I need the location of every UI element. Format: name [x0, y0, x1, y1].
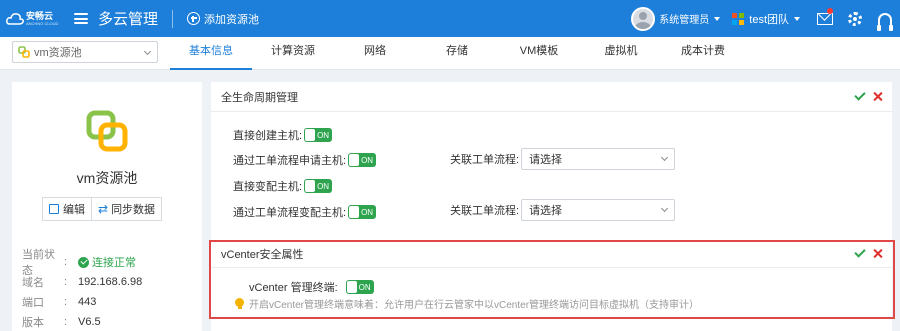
property-row: 域名 : 192.168.6.98 — [22, 272, 202, 292]
pool-select[interactable]: vm资源池 — [12, 41, 158, 63]
notification-dot — [827, 8, 833, 14]
logo-subtext: ANCHNG CLOUD — [26, 20, 59, 26]
property-key: 版本 — [22, 317, 44, 329]
team-grid-icon — [732, 12, 745, 25]
property-key: 端口 — [22, 297, 44, 309]
property-value: 443 — [78, 296, 97, 308]
apply-host-workflow-toggle[interactable]: ON — [348, 153, 377, 167]
tab-bar: 基本信息 计算资源 网络 存储 VM模板 虚拟机 成本计费 — [170, 37, 744, 70]
select-value: 请选择 — [529, 205, 563, 217]
property-value: 192.168.6.98 — [78, 276, 143, 288]
tab-cost[interactable]: 成本计费 — [662, 37, 744, 70]
modify-host-toggle[interactable]: ON — [304, 179, 333, 193]
pool-name: vm资源池 — [76, 170, 138, 186]
tab-network[interactable]: 网络 — [334, 37, 416, 70]
workflow-row: 关联工单流程: 请选择 — [450, 148, 676, 170]
tab-vm-template[interactable]: VM模板 — [498, 37, 580, 70]
property-key: 域名 — [22, 277, 44, 289]
brand-logo[interactable]: 安畅云 ANCHNG CLOUD — [0, 0, 60, 37]
create-host-toggle[interactable]: ON — [304, 128, 333, 142]
chevron-down-icon — [714, 16, 721, 21]
setting-row: 直接创建主机: ON — [233, 127, 333, 143]
check-circle-icon — [78, 256, 89, 268]
sync-icon: ⇄ — [98, 202, 109, 216]
cloud-logo-icon — [6, 12, 24, 25]
chevron-down-icon — [661, 153, 669, 162]
close-icon[interactable] — [873, 92, 882, 101]
property-colon: : — [64, 296, 68, 308]
property-value: V6.5 — [78, 316, 101, 328]
edit-button[interactable]: 编辑 — [42, 197, 92, 221]
edit-label: 编辑 — [63, 204, 85, 216]
confirm-check-icon[interactable] — [854, 89, 866, 101]
divider — [172, 9, 174, 28]
logo-text: 安畅云 — [26, 10, 54, 21]
lifecycle-section-header: 全生命周期管理 — [211, 82, 892, 112]
avatar — [631, 6, 656, 31]
edit-icon — [49, 204, 59, 214]
workflow-label: 关联工单流程: — [450, 205, 520, 217]
modify-host-workflow-toggle[interactable]: ON — [348, 205, 377, 219]
add-pool-label: 添加资源池 — [204, 13, 260, 26]
property-colon: : — [64, 256, 68, 268]
property-row: 当前状态 : 连接正常 — [22, 249, 202, 277]
vmware-icon — [18, 46, 30, 58]
property-colon: : — [64, 276, 68, 288]
sub-navbar: vm资源池 基本信息 计算资源 网络 存储 VM模板 虚拟机 成本计费 — [0, 37, 900, 70]
setting-row: 通过工单流程申请主机: ON — [233, 152, 377, 168]
top-navbar: 安畅云 ANCHNG CLOUD 多云管理 添加资源池 系统管理员 test团队 — [0, 0, 900, 37]
app-title: 多云管理 — [98, 10, 159, 28]
tab-vms[interactable]: 虚拟机 — [580, 37, 662, 70]
tab-storage[interactable]: 存储 — [416, 37, 498, 70]
setting-label: 通过工单流程申请主机: — [233, 155, 347, 167]
pool-summary-panel: vm资源池 编辑 ⇄ 同步数据 当前状态 : 连接正常 域名 : 192.168… — [12, 82, 202, 331]
tab-compute[interactable]: 计算资源 — [252, 37, 334, 70]
team-menu[interactable]: test团队 — [732, 11, 800, 27]
property-row: 端口 : 443 — [22, 292, 202, 312]
section-title: 全生命周期管理 — [221, 91, 298, 104]
settings-button[interactable] — [840, 0, 870, 37]
mail-icon — [817, 12, 833, 25]
user-menu[interactable]: 系统管理员 — [631, 6, 721, 31]
support-button[interactable] — [870, 0, 900, 37]
pool-properties: 当前状态 : 连接正常 域名 : 192.168.6.98 端口 : 443 版… — [22, 249, 202, 331]
plus-circle-icon — [187, 12, 201, 25]
setting-label: 通过工单流程变配主机: — [233, 207, 347, 219]
apply-workflow-select[interactable]: 请选择 — [521, 148, 676, 170]
workflow-row: 关联工单流程: 请选择 — [450, 199, 676, 221]
sync-label: 同步数据 — [111, 204, 156, 216]
headset-icon — [877, 12, 893, 31]
select-value: 请选择 — [529, 154, 563, 166]
chevron-down-icon — [661, 204, 669, 213]
tab-basic-info[interactable]: 基本信息 — [170, 37, 252, 70]
property-row: 版本 : V6.5 — [22, 312, 202, 331]
pool-select-value: vm资源池 — [34, 47, 82, 59]
team-name: test团队 — [749, 13, 789, 26]
add-pool-button[interactable]: 添加资源池 — [187, 11, 259, 27]
setting-row: 直接变配主机: ON — [233, 178, 333, 194]
vmware-icon — [86, 110, 128, 152]
setting-label: 直接变配主机: — [233, 181, 303, 193]
chevron-down-icon — [794, 16, 800, 21]
workflow-label: 关联工单流程: — [450, 154, 520, 166]
menu-icon[interactable] — [74, 13, 88, 24]
highlight-box — [209, 240, 895, 319]
messages-button[interactable] — [810, 0, 840, 37]
chevron-down-icon — [143, 47, 152, 56]
user-name: 系统管理员 — [659, 15, 710, 26]
setting-row: 通过工单流程变配主机: ON — [233, 204, 377, 220]
sync-button[interactable]: ⇄ 同步数据 — [92, 197, 163, 221]
modify-workflow-select[interactable]: 请选择 — [521, 199, 676, 221]
setting-label: 直接创建主机: — [233, 130, 303, 142]
property-colon: : — [64, 316, 68, 328]
status-value: 连接正常 — [92, 257, 136, 269]
gear-icon — [848, 11, 862, 26]
